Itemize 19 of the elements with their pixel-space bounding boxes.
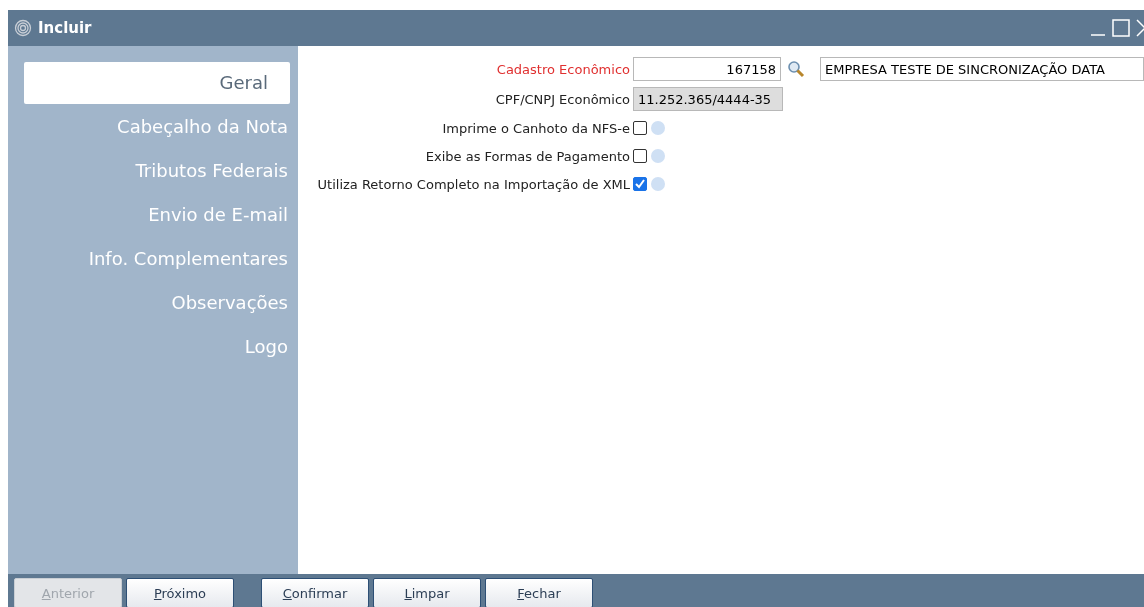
search-icon[interactable] — [787, 60, 805, 78]
checkbox[interactable] — [633, 149, 647, 163]
field-label: Exibe as Formas de Pagamento — [424, 148, 630, 164]
action-button[interactable]: Limpar — [373, 578, 481, 607]
input-field[interactable]: 167158 — [633, 57, 781, 81]
input-field[interactable]: EMPRESA TESTE DE SINCRONIZAÇÃO DATA — [820, 57, 1144, 81]
nav-button[interactable]: Próximo — [126, 578, 234, 607]
checkbox[interactable] — [633, 177, 647, 191]
field-label: CPF/CNPJ Econômico — [494, 91, 630, 107]
checkbox[interactable] — [633, 121, 647, 135]
maximize-icon[interactable] — [1112, 19, 1130, 37]
field-label: Imprime o Canhoto da NFS-e — [441, 120, 630, 136]
action-button[interactable]: Fechar — [485, 578, 593, 607]
input-field[interactable]: 11.252.365/4444-35 — [633, 87, 783, 111]
action-button[interactable]: Confirmar — [261, 578, 369, 607]
field-label: Cadastro Econômico — [495, 61, 630, 77]
sidebar-tab[interactable]: Geral — [24, 62, 290, 104]
window-title: Incluir — [38, 19, 92, 37]
field-label: Utiliza Retorno Completo na Importação de XML — [316, 176, 630, 192]
